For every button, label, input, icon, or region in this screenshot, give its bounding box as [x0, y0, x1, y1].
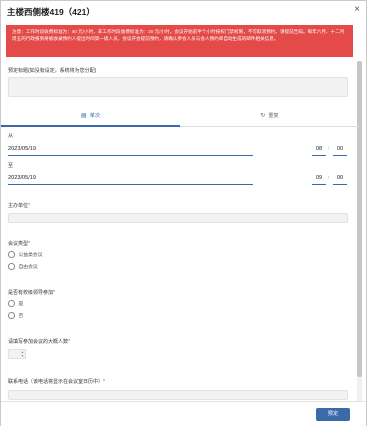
- confirm-button[interactable]: 预定: [316, 408, 350, 421]
- meeting-type-option-label: 公益类会议: [18, 253, 43, 258]
- tab-single-label: 单次: [89, 113, 101, 119]
- radio-button[interactable]: [8, 312, 15, 319]
- end-date-input[interactable]: 2023/05/19: [8, 171, 253, 185]
- start-hour-input[interactable]: 08: [312, 142, 326, 156]
- required-mark: *: [68, 339, 70, 345]
- radio-button[interactable]: [8, 263, 15, 270]
- radio-button[interactable]: [8, 251, 15, 258]
- meeting-type-option-label: 自由会议: [18, 265, 38, 270]
- leaders-label-text: 是否有校级领导参加: [8, 290, 54, 296]
- leaders-option[interactable]: 否: [8, 312, 23, 321]
- meeting-type-option[interactable]: 自由会议: [8, 263, 38, 272]
- attendees-stepper[interactable]: ▲ ▼: [8, 349, 26, 359]
- end-minute-input[interactable]: 00: [333, 171, 347, 185]
- attendees-label: 请填写参加会议的大概人数*: [8, 338, 70, 345]
- host-unit-input[interactable]: [8, 213, 348, 223]
- dialog-footer: 预定: [1, 401, 366, 426]
- end-hour-input[interactable]: 09: [312, 171, 326, 185]
- leaders-option-label: 是: [18, 302, 24, 307]
- to-label: 至: [8, 163, 14, 169]
- phone-input[interactable]: [8, 390, 348, 400]
- recurrence-tabs: ▤ 单次 ↻ 重复: [1, 105, 359, 127]
- dialog-title: 主楼西侧楼419（421）: [7, 7, 95, 17]
- warning-banner: 注意：工作时段收费标准为：40 元/小时，非工作时段收费标准为：20 元/小时。…: [6, 25, 353, 57]
- tab-repeat-label: 重复: [268, 113, 279, 119]
- end-time-colon: :: [328, 175, 330, 181]
- tab-repeat[interactable]: ↻ 重复: [180, 105, 359, 127]
- attendees-label-text: 请填写参加会议的大概人数: [8, 339, 69, 345]
- from-label: 从: [8, 133, 14, 139]
- tab-single[interactable]: ▤ 单次: [1, 105, 180, 127]
- calendar-icon: ▤: [80, 113, 87, 119]
- leaders-label: 是否有校级领导参加*: [8, 289, 55, 296]
- host-unit-label-text: 主办单位: [8, 203, 29, 209]
- radio-button[interactable]: [8, 300, 15, 307]
- required-mark: *: [53, 290, 55, 296]
- repeat-icon: ↻: [260, 113, 266, 119]
- stepper-arrows-icon[interactable]: ▲ ▼: [21, 350, 24, 358]
- reservation-dialog: 主楼西侧楼419（421） × 注意：工作时段收费标准为：40 元/小时，非工作…: [0, 0, 367, 426]
- meeting-type-label: 会议类型*: [8, 240, 30, 247]
- required-mark: *: [28, 203, 30, 209]
- leaders-option[interactable]: 是: [8, 300, 23, 309]
- phone-label: 联系电话（该电话将显示在会议室日历中）*: [8, 378, 105, 385]
- close-icon[interactable]: ×: [354, 4, 360, 16]
- start-date-input[interactable]: 2023/05/19: [8, 142, 253, 156]
- required-mark: *: [28, 241, 30, 247]
- start-minute-input[interactable]: 00: [333, 142, 347, 156]
- meeting-type-label-text: 会议类型: [8, 241, 29, 247]
- reservation-title-input[interactable]: [8, 77, 348, 97]
- meeting-type-option[interactable]: 公益类会议: [8, 251, 43, 260]
- required-mark: *: [103, 379, 105, 385]
- phone-label-text: 联系电话（该电话将显示在会议室日历中）: [8, 379, 104, 385]
- leaders-option-label: 否: [18, 314, 24, 319]
- start-time-colon: :: [328, 146, 330, 152]
- reservation-title-label: 预定标题(如没有设定，系统将为您分配): [8, 68, 97, 74]
- host-unit-label: 主办单位*: [8, 202, 30, 209]
